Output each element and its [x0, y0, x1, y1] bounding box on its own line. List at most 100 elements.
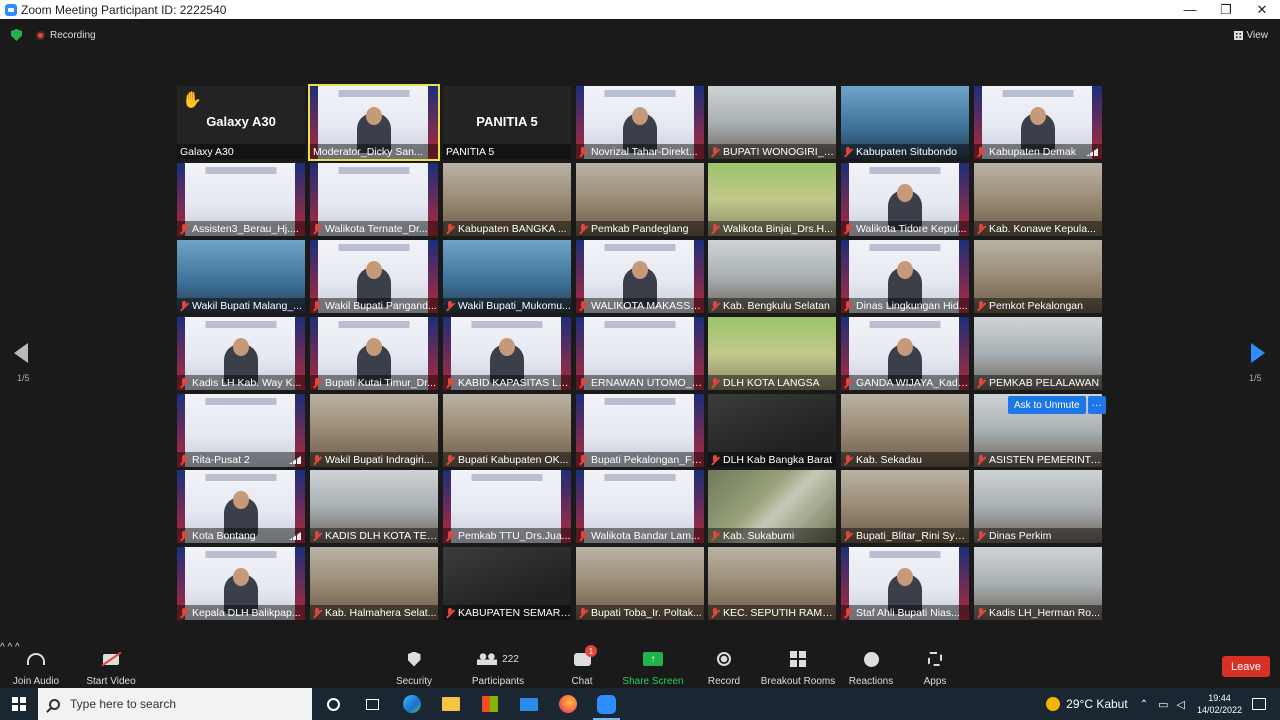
edge-taskbar-button[interactable]: [392, 688, 431, 720]
video-tile[interactable]: KADIS DLH KOTA TER...: [310, 470, 438, 543]
reactions-button[interactable]: Reactions: [848, 642, 894, 688]
video-tile[interactable]: PEMKAB PELALAWAN: [974, 317, 1102, 390]
participant-name-bar: Kab. Konawe Kepula...: [974, 221, 1102, 236]
audio-options-caret[interactable]: ^: [0, 642, 5, 653]
video-tile[interactable]: Kab. Sekadau: [841, 394, 969, 467]
video-tile[interactable]: Dinas Lingkungan Hid...: [841, 240, 969, 313]
cortana-button[interactable]: [314, 688, 353, 720]
leave-meeting-button[interactable]: Leave: [1222, 656, 1270, 677]
mail-taskbar-button[interactable]: [509, 688, 548, 720]
video-tile[interactable]: Kabupaten Demak: [974, 86, 1102, 159]
video-tile[interactable]: Bupati_Blitar_Rini Syar...: [841, 470, 969, 543]
video-tile[interactable]: Bupati Kutai Timur_Dr...: [310, 317, 438, 390]
video-tile[interactable]: Assisten3_Berau_Hj....: [177, 163, 305, 236]
video-tile[interactable]: PANITIA 5 PANITIA 5: [443, 86, 571, 159]
apps-button[interactable]: Apps: [920, 642, 950, 688]
encryption-shield-icon[interactable]: [11, 29, 22, 41]
video-tile[interactable]: Kota Bontang: [177, 470, 305, 543]
video-tile[interactable]: Bupati Kabupaten OK...: [443, 394, 571, 467]
video-tile[interactable]: Kab. Sukabumi: [708, 470, 836, 543]
start-button[interactable]: [0, 688, 38, 720]
minimize-button[interactable]: —: [1172, 0, 1208, 19]
participant-name-bar: Staf Ahli Bupati Nias...: [841, 605, 969, 620]
ask-to-unmute-button[interactable]: Ask to Unmute: [1008, 396, 1086, 414]
video-tile[interactable]: Walikota Bandar Lam...: [576, 470, 704, 543]
video-tile[interactable]: Moderator_Dicky San...: [308, 84, 440, 161]
video-tile[interactable]: BUPATI WONOGIRI_J...: [708, 86, 836, 159]
video-tile[interactable]: KEC. SEPUTIH RAMAN: [708, 547, 836, 620]
video-tile[interactable]: DLH Kab Bangka Barat: [708, 394, 836, 467]
video-tile[interactable]: Bupati Pekalongan_Fa...: [576, 394, 704, 467]
video-tile[interactable]: Walikota Ternate_Dr...: [310, 163, 438, 236]
video-tile[interactable]: Kab. Bengkulu Selatan: [708, 240, 836, 313]
participant-name-bar: Bupati Kutai Timur_Dr...: [310, 375, 438, 390]
record-button[interactable]: Record: [706, 642, 742, 688]
share-screen-arrow-icon: ↑: [643, 652, 663, 666]
file-explorer-taskbar-button[interactable]: [431, 688, 470, 720]
video-tile[interactable]: Pemkab TTU_Drs.Jua...: [443, 470, 571, 543]
share-screen-button[interactable]: ↑ Share Screen: [622, 642, 684, 688]
video-tile[interactable]: ✋ Galaxy A30 Galaxy A30: [177, 86, 305, 159]
video-tile[interactable]: Kab. Konawe Kepula...: [974, 163, 1102, 236]
video-tile[interactable]: Pemkab Pandeglang: [576, 163, 704, 236]
video-tile[interactable]: Wakil Bupati Pangand...: [310, 240, 438, 313]
chat-button[interactable]: 1 Chat: [567, 642, 597, 688]
video-tile[interactable]: Dinas Perkim: [974, 470, 1102, 543]
zoom-taskbar-button[interactable]: [587, 688, 626, 720]
edge-browser-icon: [402, 695, 421, 713]
video-tile[interactable]: ERNAWAN UTOMO_Di...: [576, 317, 704, 390]
video-tile[interactable]: Bupati Toba_Ir. Poltak...: [576, 547, 704, 620]
muted-mic-icon: [180, 530, 188, 541]
video-tile[interactable]: KABID KAPASITAS LIN...: [443, 317, 571, 390]
video-tile[interactable]: Wakil Bupati Malang_...: [177, 240, 305, 313]
taskbar-search-box[interactable]: Type here to search: [38, 688, 312, 720]
previous-page-arrow-icon[interactable]: [14, 343, 28, 363]
participant-name-bar: Pemkot Pekalongan: [974, 298, 1102, 313]
volume-muted-icon[interactable]: ◁: [1176, 698, 1184, 711]
network-icon[interactable]: ▭: [1158, 698, 1168, 711]
weather-label[interactable]: 29°C Kabut: [1066, 697, 1128, 711]
video-tile[interactable]: Rita-Pusat 2: [177, 394, 305, 467]
video-tile[interactable]: Kab. Halmahera Selat...: [310, 547, 438, 620]
video-tile[interactable]: GANDA WIJAYA_Kadis...: [841, 317, 969, 390]
tile-more-options-button[interactable]: ···: [1087, 396, 1106, 414]
participants-button[interactable]: 222 Participants: [470, 642, 526, 688]
ask-to-unmute-overlay: Ask to Unmute ···: [1008, 396, 1108, 414]
security-button[interactable]: Security: [393, 642, 435, 688]
participant-name-bar: Rita-Pusat 2: [177, 452, 305, 467]
video-tile[interactable]: Kabupaten Situbondo: [841, 86, 969, 159]
video-tile[interactable]: Wakil Bupati_Mukomu...: [443, 240, 571, 313]
video-tile[interactable]: Kabupaten BANGKA ...: [443, 163, 571, 236]
video-tile[interactable]: DLH KOTA LANGSA: [708, 317, 836, 390]
video-tile[interactable]: Novrizal Tahar-Direkt...: [576, 86, 704, 159]
participant-name: Kota Bontang: [192, 529, 256, 542]
participant-name: Dinas Perkim: [989, 529, 1052, 542]
breakout-rooms-button[interactable]: Breakout Rooms: [761, 642, 835, 688]
weather-sun-icon[interactable]: [1046, 697, 1061, 711]
notifications-icon[interactable]: [1252, 698, 1266, 710]
next-page-arrow-icon[interactable]: [1251, 343, 1265, 363]
view-button[interactable]: View: [1233, 30, 1268, 41]
firefox-taskbar-button[interactable]: [548, 688, 587, 720]
video-tile[interactable]: Kepala DLH Balikpap...: [177, 547, 305, 620]
video-tile[interactable]: Kadis LH_Herman Ro...: [974, 547, 1102, 620]
video-tile[interactable]: Walikota Binjai_Drs.H...: [708, 163, 836, 236]
join-audio-button[interactable]: Join Audio: [12, 642, 60, 688]
video-tile[interactable]: Staf Ahli Bupati Nias...: [841, 547, 969, 620]
maximize-button[interactable]: ❐: [1208, 0, 1244, 19]
taskbar-clock[interactable]: 19:44 14/02/2022: [1197, 692, 1242, 716]
video-tile[interactable]: Pemkot Pekalongan: [974, 240, 1102, 313]
recording-indicator[interactable]: Recording: [36, 30, 96, 41]
video-tile[interactable]: Walikota Tidore Kepul...: [841, 163, 969, 236]
video-tile[interactable]: Kadis LH Kab. Way K...: [177, 317, 305, 390]
task-view-button[interactable]: [353, 688, 392, 720]
video-tile[interactable]: KABUPATEN SEMARA...: [443, 547, 571, 620]
muted-mic-icon: [844, 377, 852, 388]
tray-chevron-up-icon[interactable]: ⌃: [1140, 699, 1148, 710]
participant-name: Pemkab Pandeglang: [591, 222, 689, 235]
store-taskbar-button[interactable]: [470, 688, 509, 720]
video-tile[interactable]: Wakil Bupati Indragiri...: [310, 394, 438, 467]
close-button[interactable]: ✕: [1244, 0, 1280, 19]
start-video-button[interactable]: Start Video: [84, 642, 138, 688]
video-tile[interactable]: WALIKOTA MAKASSA...: [576, 240, 704, 313]
